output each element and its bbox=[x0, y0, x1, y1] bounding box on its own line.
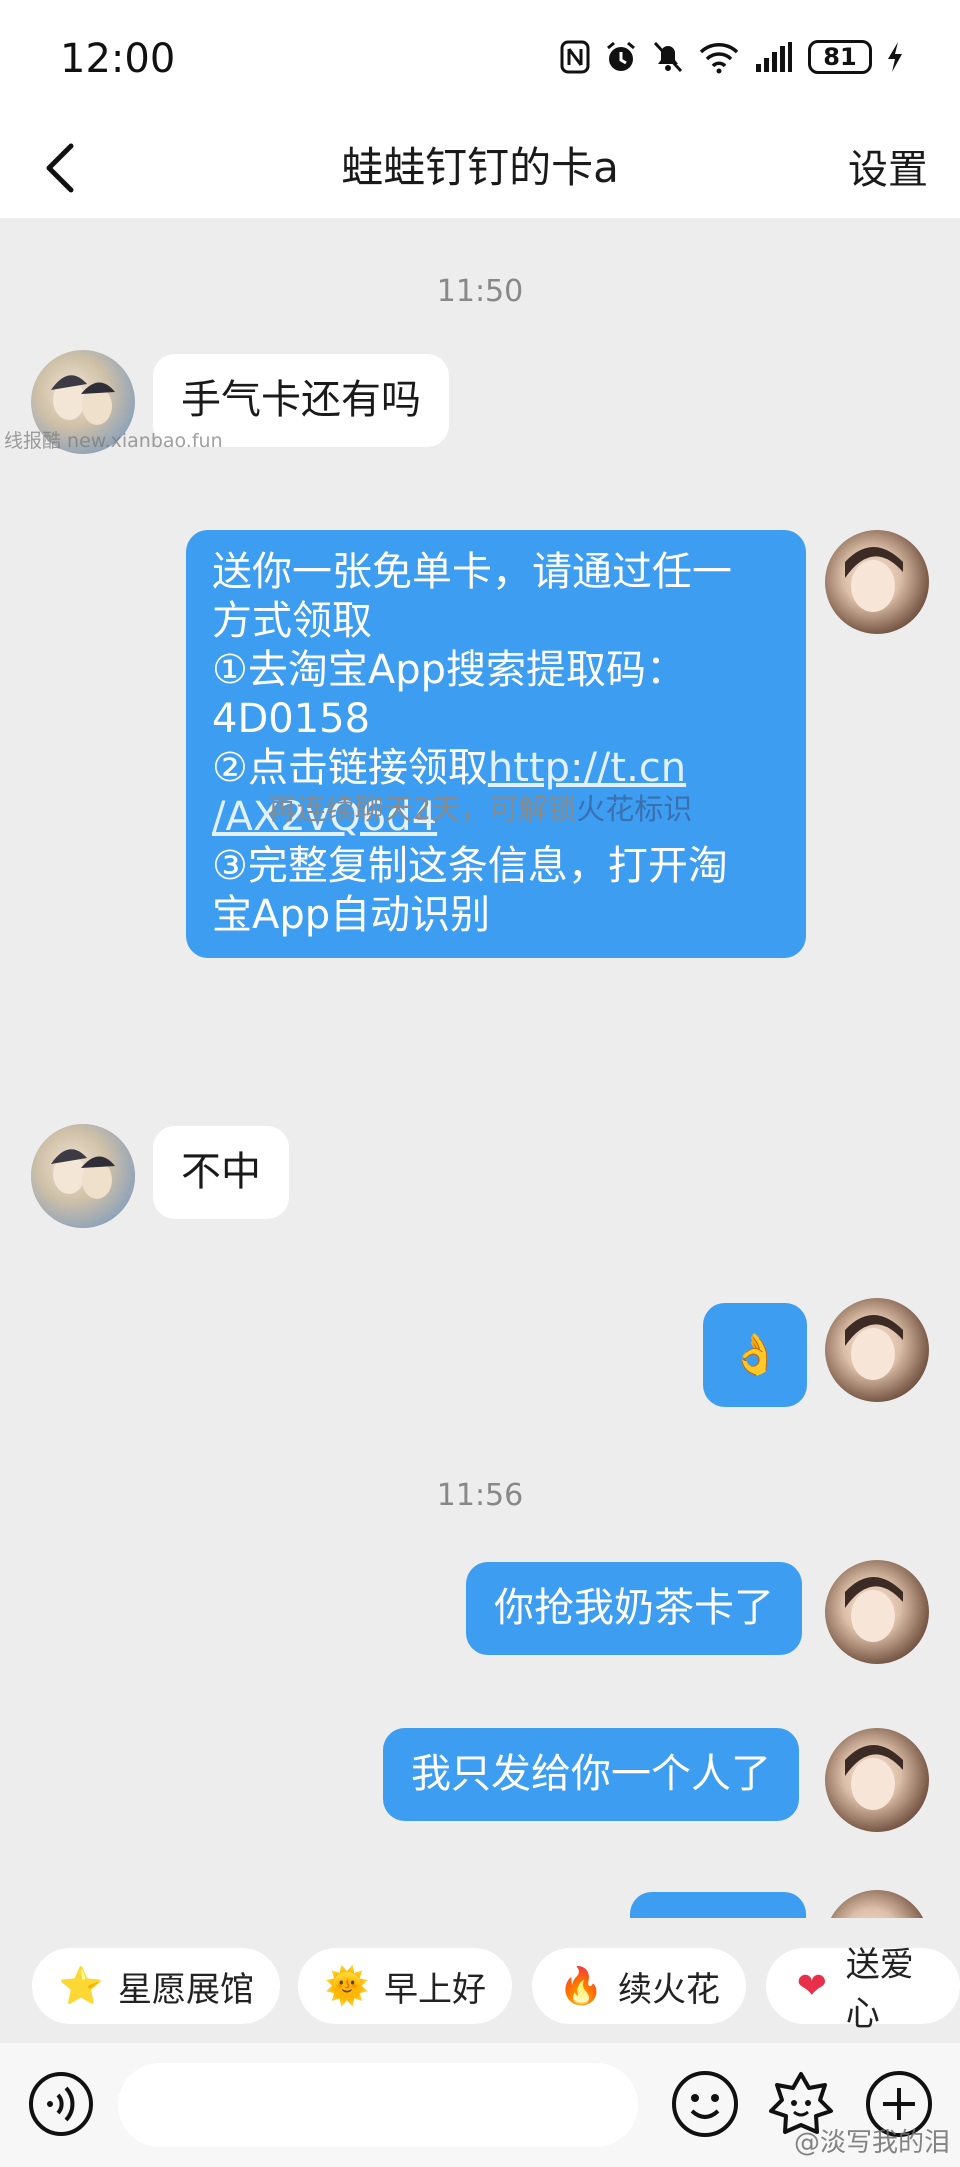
sun-icon: 🌞 bbox=[324, 1966, 370, 2007]
chat-messages[interactable]: 11:50 手气卡还有吗 线报酷 new.xianbao.fun 送你一张免单卡… bbox=[0, 218, 960, 1918]
input-bar: @淡写我的泪 bbox=[0, 2043, 960, 2167]
spark-hint-link[interactable]: 火花标识 bbox=[576, 792, 692, 826]
emoji-icon[interactable] bbox=[670, 2069, 740, 2139]
message-line: ①去淘宝App搜索提取码： bbox=[212, 647, 687, 693]
voice-input-icon[interactable] bbox=[28, 2071, 94, 2137]
timestamp: 11:56 bbox=[436, 1478, 524, 1513]
user-avatar[interactable] bbox=[825, 1560, 929, 1664]
battery-indicator: 81 bbox=[808, 40, 872, 74]
quick-reply-bar: ⭐ 星愿展馆 🌞 早上好 🔥 续火花 ❤ 送爱心 bbox=[0, 1918, 960, 2043]
timestamp: 11:50 bbox=[436, 274, 524, 309]
status-time: 12:00 bbox=[60, 36, 176, 82]
heart-icon: ❤ bbox=[796, 1965, 827, 2007]
contact-avatar[interactable] bbox=[31, 1124, 135, 1228]
alarm-icon bbox=[607, 41, 635, 71]
message-bubble-outgoing[interactable] bbox=[630, 1892, 806, 1918]
quick-reply-chip[interactable]: 🔥 续火花 bbox=[532, 1948, 746, 2024]
message-line: 送你一张免单卡，请通过任一 bbox=[212, 549, 732, 595]
message-bubble-incoming[interactable]: 不中 bbox=[153, 1126, 289, 1219]
mute-icon bbox=[653, 41, 683, 73]
quick-reply-chip[interactable]: ❤ 送爱心 bbox=[766, 1945, 960, 2034]
charging-icon bbox=[888, 42, 902, 72]
message-bubble-outgoing[interactable]: 我只发给你一个人了 bbox=[383, 1728, 799, 1821]
fire-icon: 🔥 bbox=[558, 1966, 604, 2007]
quick-reply-chip[interactable]: 🌞 早上好 bbox=[298, 1948, 512, 2024]
message-link[interactable]: http://t.cn bbox=[488, 745, 686, 791]
watermark-text: 线报酷 new.xianbao.fun bbox=[4, 430, 223, 452]
chat-header: 蛙蛙钉钉的卡a 设置 bbox=[0, 118, 960, 218]
user-avatar[interactable] bbox=[825, 530, 929, 634]
user-avatar[interactable] bbox=[825, 1298, 929, 1402]
message-bubble-outgoing[interactable]: 👌 bbox=[703, 1303, 807, 1407]
message-line: 4D0158 bbox=[212, 696, 371, 742]
message-line: 方式领取 bbox=[212, 598, 372, 644]
chat-title: 蛙蛙钉钉的卡a bbox=[341, 143, 619, 192]
nfc-icon bbox=[560, 40, 590, 74]
message-line: 宝App自动识别 bbox=[212, 892, 491, 938]
user-avatar[interactable] bbox=[825, 1728, 929, 1832]
signal-icon bbox=[756, 42, 792, 72]
message-bubble-outgoing[interactable]: 送你一张免单卡，请通过任一 方式领取 ①去淘宝App搜索提取码： 4D0158 … bbox=[186, 530, 806, 958]
quick-reply-chip[interactable]: ⭐ 星愿展馆 bbox=[32, 1948, 280, 2024]
message-line: ③完整复制这条信息，打开淘 bbox=[212, 843, 728, 889]
weibo-watermark: @淡写我的泪 bbox=[793, 2128, 950, 2158]
settings-button[interactable]: 设置 bbox=[848, 140, 928, 200]
wifi-icon bbox=[699, 43, 739, 74]
user-avatar[interactable] bbox=[825, 1890, 929, 1918]
message-input[interactable] bbox=[118, 2063, 638, 2147]
status-icons: 81 bbox=[560, 40, 904, 74]
message-bubble-outgoing[interactable]: 你抢我奶茶卡了 bbox=[466, 1562, 802, 1655]
spark-hint: 再连续聊天2天，可解锁火花标识 bbox=[267, 792, 693, 826]
status-bar: 12:00 81 bbox=[0, 0, 960, 118]
star-icon: ⭐ bbox=[58, 1966, 104, 2007]
